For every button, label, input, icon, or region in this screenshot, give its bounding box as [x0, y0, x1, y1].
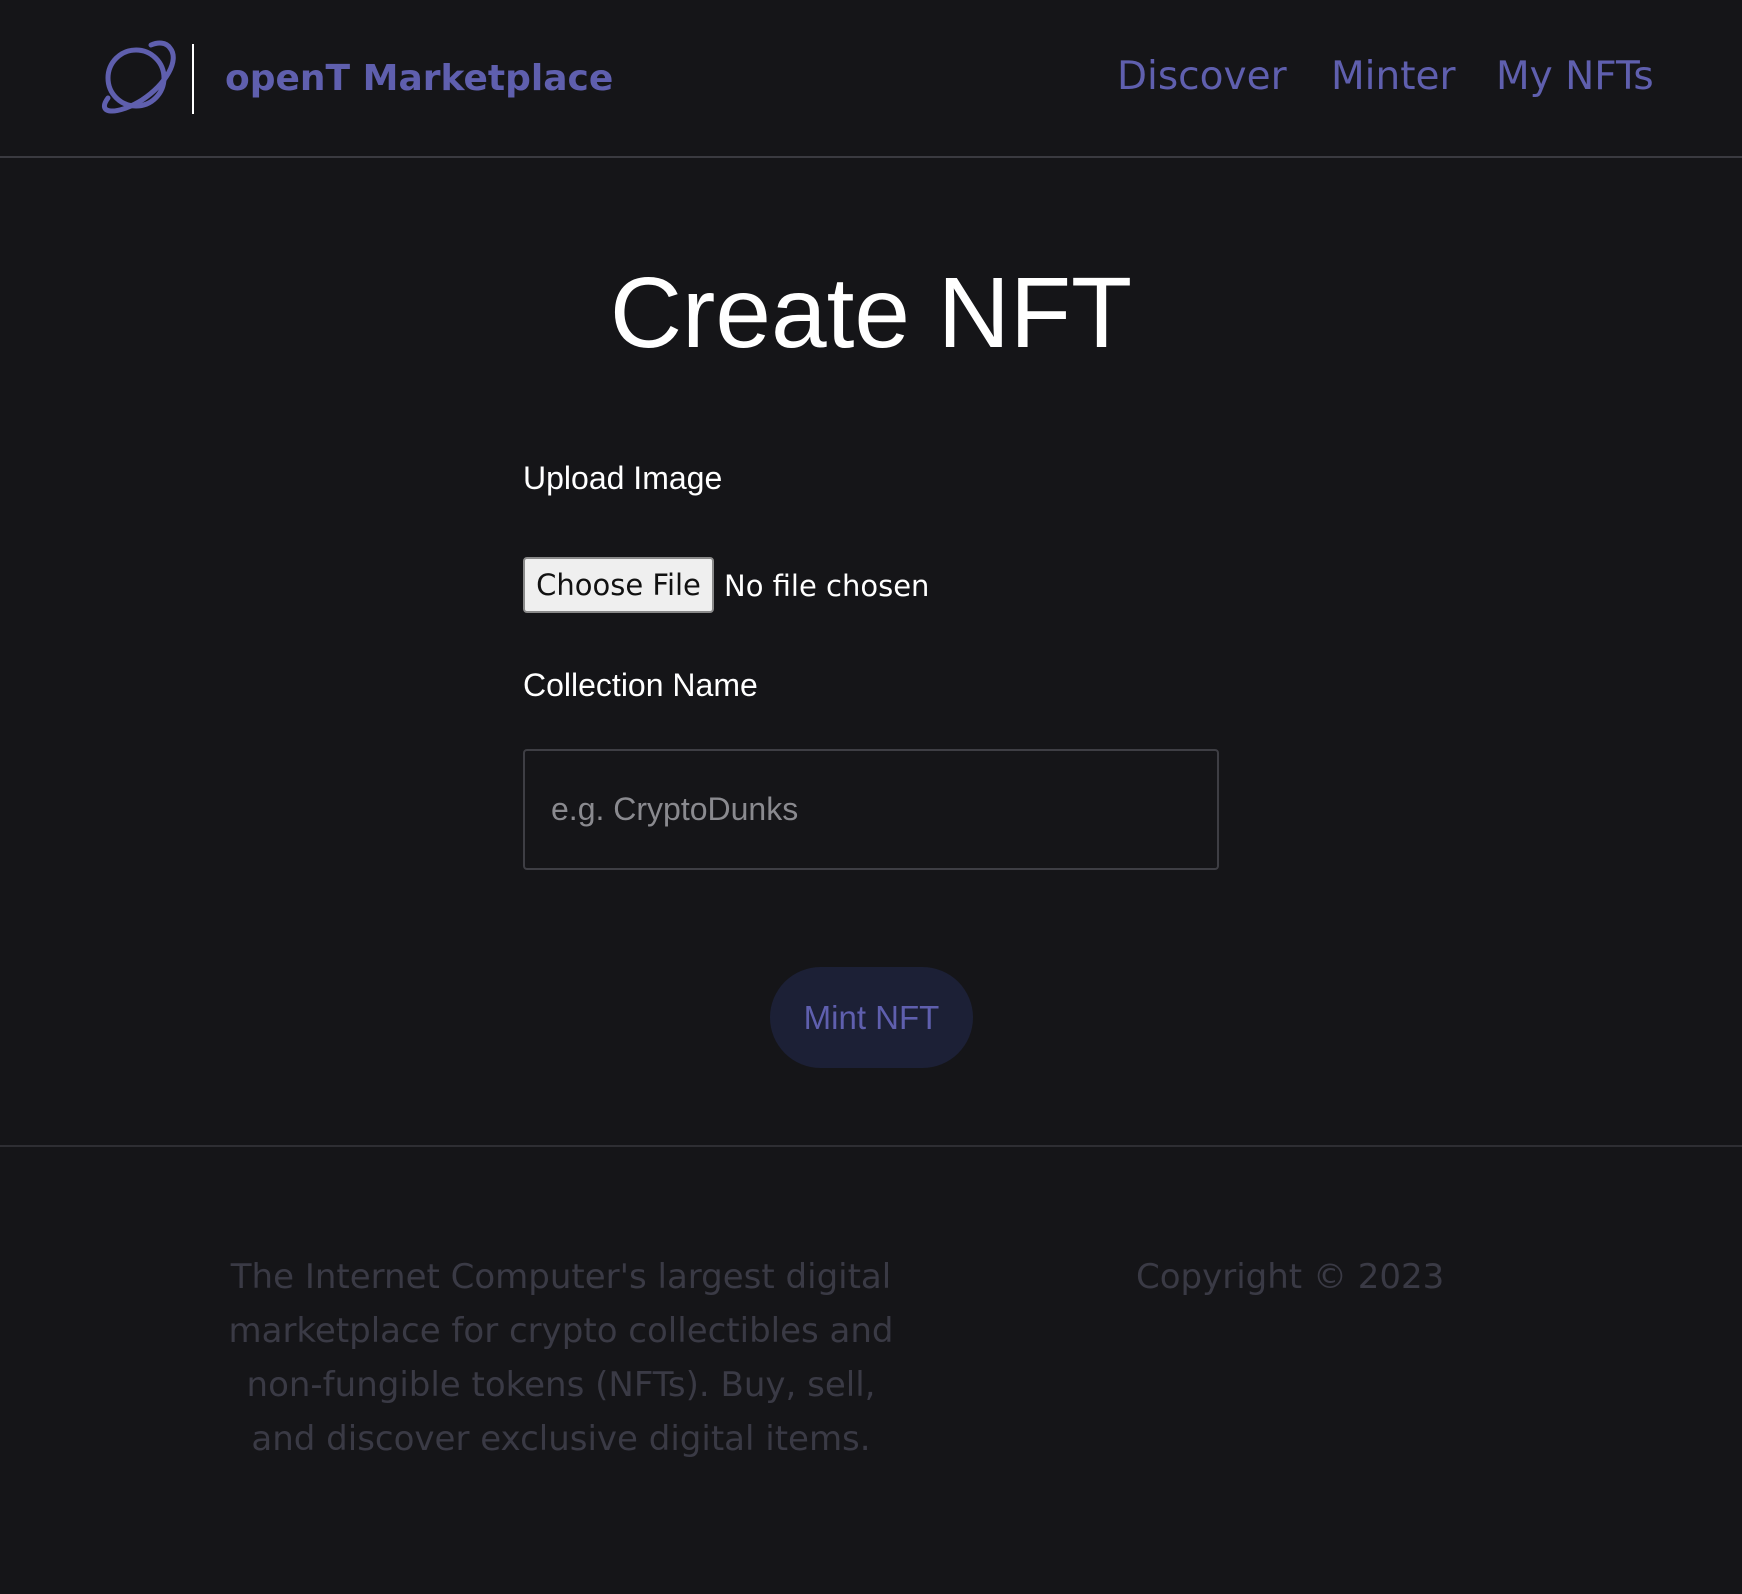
nav-my-nfts[interactable]: My NFTs — [1496, 54, 1654, 99]
file-status-text: No file chosen — [724, 569, 930, 603]
logo-divider — [192, 44, 194, 114]
nav-discover[interactable]: Discover — [1117, 54, 1287, 99]
copyright-text: Copyright © 2023 — [1136, 1257, 1445, 1297]
page: openT Marketplace Discover Minter My NFT… — [0, 0, 1742, 1594]
planet-icon[interactable] — [96, 36, 178, 118]
upload-image-label: Upload Image — [523, 460, 723, 496]
footer-description: The Internet Computer's largest digital … — [228, 1257, 894, 1459]
nav-minter[interactable]: Minter — [1331, 54, 1456, 99]
mint-nft-button[interactable]: Mint NFT — [770, 967, 973, 1068]
collection-name-input[interactable] — [523, 749, 1219, 870]
choose-file-button[interactable]: Choose File — [523, 557, 714, 613]
collection-name-label: Collection Name — [523, 667, 758, 703]
header: openT Marketplace Discover Minter My NFT… — [0, 0, 1742, 158]
footer-divider — [0, 1145, 1742, 1147]
brand-title[interactable]: openT Marketplace — [225, 58, 613, 99]
page-title: Create NFT — [609, 257, 1133, 369]
